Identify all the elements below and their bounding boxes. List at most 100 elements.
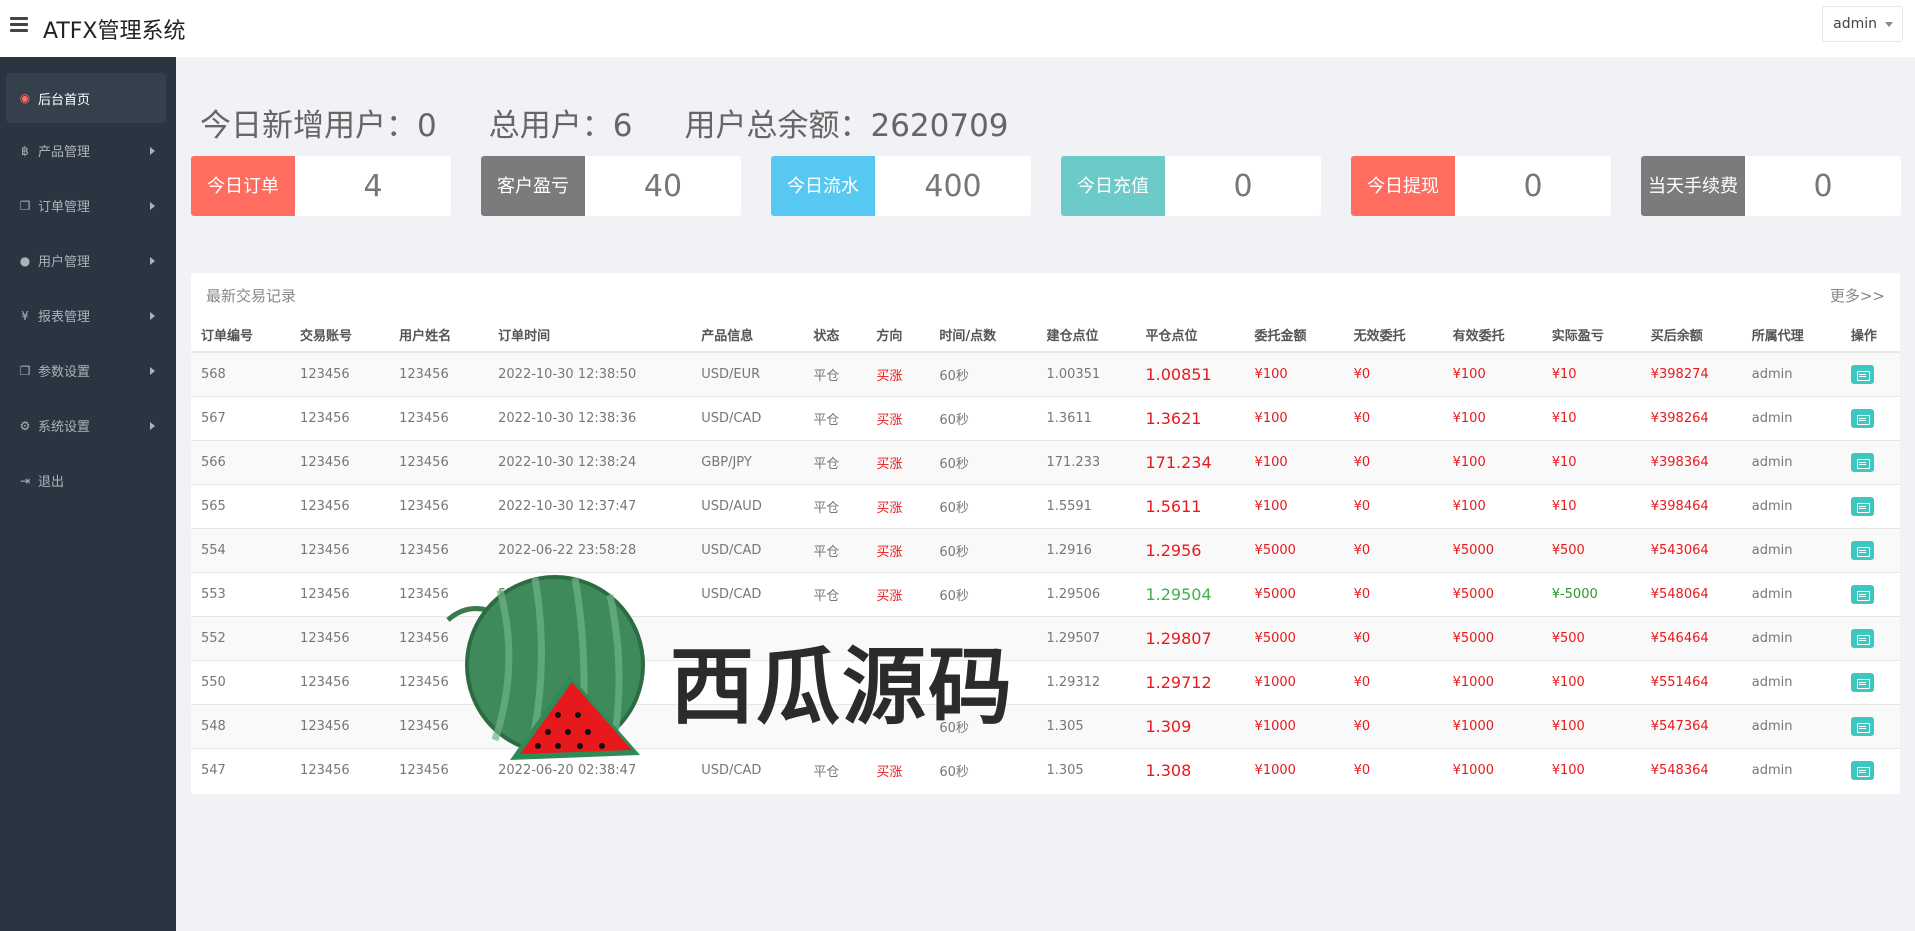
action-cell [1840, 571, 1900, 616]
agent-cell: admin [1741, 395, 1841, 440]
invalid-amount-cell: ¥0 [1343, 527, 1443, 572]
sidebar-item-2[interactable]: ❐ 订单管理 [0, 178, 176, 233]
close-price-cell: 1.29504 [1135, 571, 1245, 616]
more-link[interactable]: 更多>> [1830, 285, 1885, 306]
trade-account-cell: 123456 [290, 659, 390, 704]
pnl-cell: ¥100 [1541, 747, 1641, 792]
invalid-amount-cell: ¥0 [1343, 659, 1443, 704]
table-row[interactable]: 552 123456 123456 1.29507 1.29807 ¥5000 ¥0 ¥500… [191, 615, 1900, 660]
user-name-cell: 123456 [389, 703, 489, 748]
table-row[interactable]: 554 123456 123456 2022-06-22 23:58:28 USD/CA… [191, 527, 1900, 572]
duration-cell: 60秒 [929, 351, 1037, 396]
table-row[interactable]: 550 123456 123456 1.29312 1.29712 ¥1000 ¥0 ¥100… [191, 659, 1900, 704]
status-cell: 平仓 [803, 571, 867, 616]
action-cell [1840, 527, 1900, 572]
order-amount-cell: ¥1000 [1244, 747, 1344, 792]
action-cell [1840, 747, 1900, 792]
table-row[interactable]: 568 123456 123456 2022-10-30 12:38:50 USD/EU… [191, 351, 1900, 396]
table-row[interactable]: 566 123456 123456 2022-10-30 12:38:24 GBP/JP… [191, 439, 1900, 484]
column-header: 方向 [866, 318, 930, 353]
balance-after-cell: ¥398464 [1640, 483, 1742, 528]
action-cell [1840, 659, 1900, 704]
close-price-cell: 1.3621 [1135, 395, 1245, 440]
sidebar-item-7[interactable]: ⇥ 退出 [0, 453, 176, 508]
valid-amount-cell: ¥1000 [1442, 703, 1542, 748]
app-title: ATFX管理系统 [43, 19, 186, 44]
action-cell [1840, 615, 1900, 660]
stat-card-1: 客户 盈亏 40 [481, 156, 741, 216]
view-detail-icon[interactable] [1850, 364, 1874, 384]
status-cell: 平仓 [803, 483, 867, 528]
product-cell: GBP/JPY [691, 439, 804, 484]
valid-amount-cell: ¥100 [1442, 395, 1542, 440]
stat-card-label: 今日 流水 [771, 156, 875, 216]
view-detail-icon[interactable] [1850, 452, 1874, 472]
trade-account-cell: 123456 [290, 483, 390, 528]
user-dropdown[interactable]: admin [1822, 6, 1903, 42]
sidebar-item-6[interactable]: ⚙ 系统设置 [0, 398, 176, 453]
view-detail-icon[interactable] [1850, 496, 1874, 516]
direction-cell: 买涨 [866, 527, 930, 572]
stat-label-line1: 当天 [1648, 175, 1684, 197]
close-price-cell: 1.5611 [1135, 483, 1245, 528]
duration-cell: 60秒 [929, 483, 1037, 528]
order-time-cell: 2022-10-30 12:38:50 [488, 351, 692, 396]
table-row[interactable]: 567 123456 123456 2022-10-30 12:38:36 USD/CA… [191, 395, 1900, 440]
product-cell: USD/CAD [691, 527, 804, 572]
sidebar-item-1[interactable]: ฿ 产品管理 [0, 123, 176, 178]
user-icon: ● [19, 253, 31, 268]
table-row[interactable]: 547 123456 123456 2022-06-20 02:38:47 USD/CA… [191, 747, 1900, 792]
new-users-label: 今日新增用户： [200, 108, 417, 144]
sidebar-item-5[interactable]: ❐ 参数设置 [0, 343, 176, 398]
trades-table: 订单编号 交易账号 用户姓名 订单时间 产品信息 状态 方向 时间/点数 建仓点位 平仓点位 委托金… [191, 318, 1900, 792]
direction-cell: 买涨 [866, 351, 930, 396]
table-header-row: 订单编号 交易账号 用户姓名 订单时间 产品信息 状态 方向 时间/点数 建仓点位 平仓点位 委托金… [191, 318, 1900, 353]
menu-toggle-icon[interactable] [10, 17, 28, 33]
balance-after-cell: ¥547364 [1640, 703, 1742, 748]
balance-after-cell: ¥551464 [1640, 659, 1742, 704]
user-name-cell: 123456 [389, 571, 489, 616]
close-price-cell: 1.2956 [1135, 527, 1245, 572]
sidebar-item-3[interactable]: ● 用户管理 [0, 233, 176, 288]
product-cell: USD/CAD [691, 747, 804, 792]
stat-card-value: 0 [1813, 168, 1833, 204]
table-row[interactable]: 553 123456 123456 57:22 USD/CAD 平仓 买涨 60秒 1.2950… [191, 571, 1900, 616]
bitcoin-icon: ฿ [21, 143, 29, 158]
stat-label-line1: 今日 [1077, 175, 1113, 197]
view-detail-icon[interactable] [1850, 584, 1874, 604]
table-row[interactable]: 565 123456 123456 2022-10-30 12:37:47 USD/AU… [191, 483, 1900, 528]
duration-cell: 60秒 [929, 703, 1037, 748]
view-detail-icon[interactable] [1850, 760, 1874, 780]
agent-cell: admin [1741, 703, 1841, 748]
column-header: 委托金额 [1244, 318, 1344, 353]
duration-cell: 60秒 [929, 395, 1037, 440]
order-amount-cell: ¥5000 [1244, 571, 1344, 616]
agent-cell: admin [1741, 351, 1841, 396]
user-name-cell: 123456 [389, 351, 489, 396]
pnl-cell: ¥10 [1541, 439, 1641, 484]
sidebar-item-0[interactable]: ◉ 后台首页 [6, 73, 166, 123]
duration-cell [929, 659, 1037, 704]
view-detail-icon[interactable] [1850, 716, 1874, 736]
view-detail-icon[interactable] [1850, 628, 1874, 648]
order-amount-cell: ¥1000 [1244, 703, 1344, 748]
sidebar-item-label: 退出 [38, 475, 65, 490]
status-cell: 平仓 [803, 395, 867, 440]
view-detail-icon[interactable] [1850, 672, 1874, 692]
latest-trades-panel: 最新交易记录 更多>> 订单编号 交易账号 用户姓名 订单时间 产品信息 状态 方向 时间/点… [191, 273, 1900, 794]
status-cell [803, 615, 867, 660]
order-amount-cell: ¥5000 [1244, 527, 1344, 572]
column-header: 时间/点数 [929, 318, 1037, 353]
view-detail-icon[interactable] [1850, 408, 1874, 428]
sidebar-item-label: 后台首页 [38, 92, 91, 108]
column-header: 实际盈亏 [1541, 318, 1641, 353]
duration-cell: 60秒 [929, 439, 1037, 484]
close-price-cell: 171.234 [1135, 439, 1245, 484]
view-detail-icon[interactable] [1850, 540, 1874, 560]
summary-headline: 今日新增用户：0 总用户：6 用户总余额：2620709 [200, 100, 1061, 145]
trade-account-cell: 123456 [290, 615, 390, 660]
table-row[interactable]: 548 123456 123456 60秒 1.305 1.309 ¥1000 ¥0 ¥1000… [191, 703, 1900, 748]
sidebar-item-4[interactable]: ¥ 报表管理 [0, 288, 176, 343]
column-header: 产品信息 [691, 318, 804, 353]
pnl-cell: ¥100 [1541, 659, 1641, 704]
